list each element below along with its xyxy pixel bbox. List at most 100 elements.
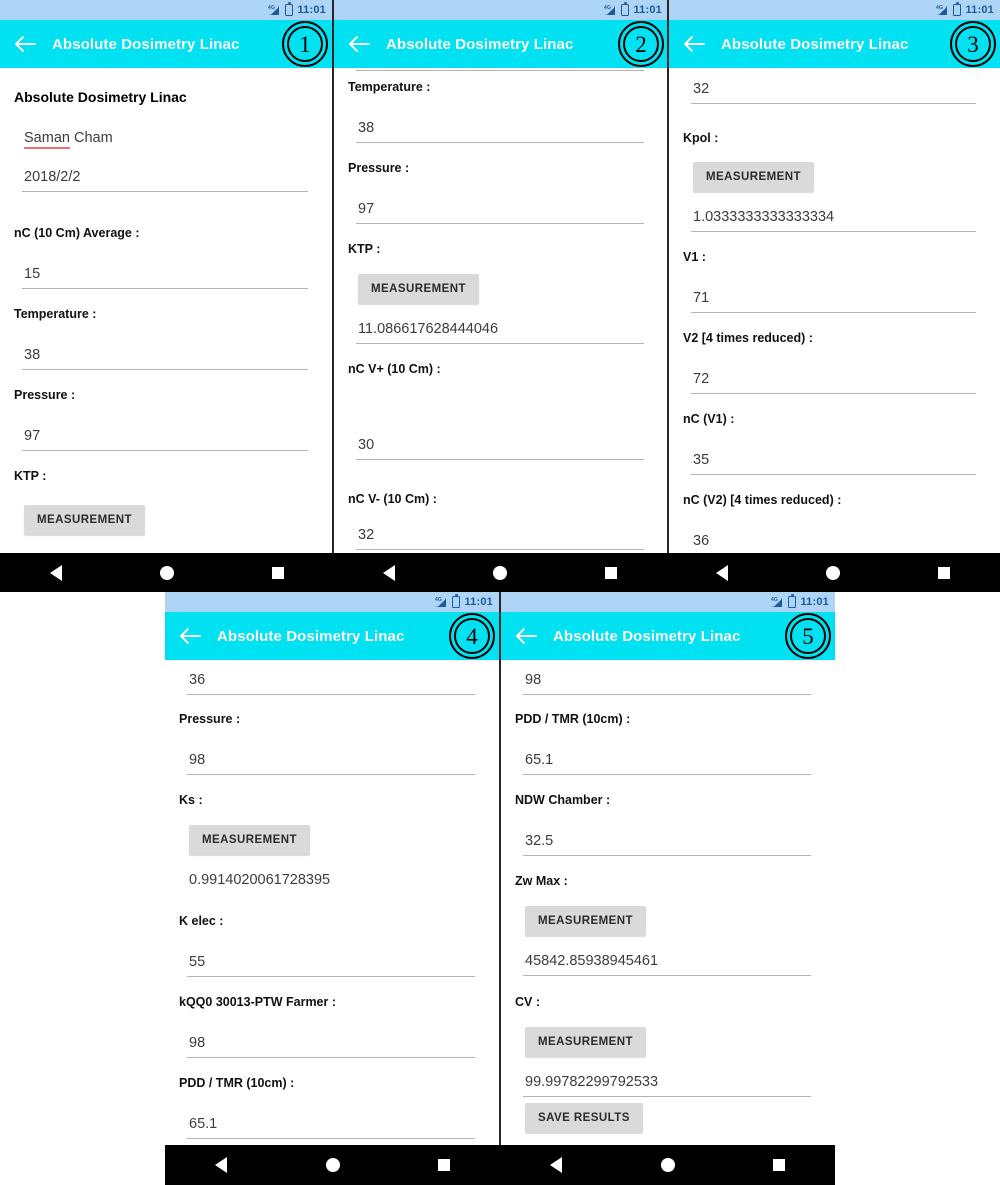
temperature-input[interactable]: 38	[22, 347, 308, 370]
android-nav-bar-bottom-row	[165, 1145, 835, 1185]
pressure-input[interactable]: 97	[356, 201, 644, 224]
clock: 11:01	[297, 4, 326, 16]
pdd-tmr-input[interactable]: 65.1	[523, 752, 811, 775]
temperature-input[interactable]: 38	[356, 120, 644, 143]
back-arrow-icon[interactable]	[346, 31, 372, 57]
ndw-chamber-input[interactable]: 32.5	[523, 833, 811, 856]
measurement-button[interactable]: MEASUREMENT	[693, 162, 815, 192]
battery-icon	[621, 2, 630, 16]
nav-recents-icon	[271, 566, 284, 579]
kqq0-input[interactable]: 98	[523, 672, 811, 695]
back-arrow-icon[interactable]	[681, 31, 707, 57]
field-label: Pressure :	[179, 712, 241, 726]
signal-icon: 4G	[435, 596, 448, 608]
nav-recents-button[interactable]	[222, 566, 333, 579]
nav-back-button[interactable]	[0, 564, 111, 581]
field-label: K elec :	[179, 914, 224, 928]
pressure-input[interactable]: 98	[187, 752, 475, 775]
nav-recents-button[interactable]	[388, 1159, 500, 1171]
nav-back-button[interactable]	[333, 564, 444, 581]
nav-home-button[interactable]	[111, 565, 222, 580]
clock: 11:01	[464, 596, 493, 608]
nav-back-button[interactable]	[666, 564, 777, 581]
nav-recents-icon	[938, 566, 950, 579]
measurement-button[interactable]: MEASUREMENT	[525, 906, 647, 936]
nav-back-button[interactable]	[500, 1157, 612, 1173]
nc-vminus-input[interactable]: 32	[356, 527, 644, 550]
nav-recents-button[interactable]	[555, 566, 666, 579]
phone-panel-1: 4G 11:01 Absolute Dosimetry Linac 1 Abso…	[0, 0, 332, 553]
nav-home-button[interactable]	[444, 565, 555, 580]
nav-recents-button[interactable]	[723, 1159, 835, 1171]
field-label: Temperature :	[348, 80, 431, 94]
kpol-result[interactable]: 1.0333333333333334	[691, 209, 976, 232]
measurement-button[interactable]: MEASUREMENT	[358, 274, 480, 304]
screenshot-root: 4G 11:01 Absolute Dosimetry Linac 1 Abso…	[0, 0, 1000, 1185]
form-heading: Absolute Dosimetry Linac	[14, 89, 187, 105]
battery-icon	[953, 2, 962, 16]
pdd-tmr-input[interactable]: 65.1	[187, 1116, 475, 1139]
nc-v1-input[interactable]: 35	[691, 452, 976, 475]
save-results-button[interactable]: SAVE RESULTS	[525, 1103, 643, 1133]
ktp-result[interactable]: 11.086617628444046	[356, 321, 644, 344]
nav-back-button[interactable]	[165, 1157, 277, 1173]
form-content-5: 98 PDD / TMR (10cm) : 65.1 NDW Chamber :…	[501, 660, 835, 1145]
measurement-button[interactable]: MEASUREMENT	[525, 1027, 647, 1057]
measurement-button[interactable]: MEASUREMENT	[189, 825, 311, 855]
nav-home-icon	[825, 565, 840, 580]
field-label: Zw Max :	[515, 874, 568, 888]
signal-icon: 4G	[268, 4, 281, 16]
back-arrow-icon[interactable]	[12, 31, 38, 57]
nav-home-button[interactable]	[612, 1158, 724, 1172]
nc-vminus-input[interactable]: 32	[691, 81, 976, 104]
panel-number-badge: 3	[950, 21, 996, 67]
v1-input[interactable]: 71	[691, 290, 976, 313]
nav-recents-button[interactable]	[888, 566, 1000, 579]
measurement-button[interactable]: MEASUREMENT	[24, 505, 146, 535]
back-arrow-icon[interactable]	[177, 623, 203, 649]
panel-number: 3	[955, 26, 991, 62]
app-bar: Absolute Dosimetry Linac 3	[669, 20, 1000, 68]
app-bar-title: Absolute Dosimetry Linac	[52, 35, 240, 53]
nav-home-icon	[159, 565, 174, 580]
field-label: Pressure :	[14, 388, 76, 402]
field-label: nC V- (10 Cm) :	[348, 492, 437, 506]
field-label: Kpol :	[683, 131, 719, 145]
nav-home-button[interactable]	[777, 565, 888, 580]
back-arrow-icon[interactable]	[513, 623, 539, 649]
form-content-1: Absolute Dosimetry Linac Saman Cham 2018…	[0, 68, 332, 553]
panel-separator	[332, 0, 334, 553]
android-nav-bar-top-row	[0, 553, 1000, 592]
kelec-input[interactable]: 55	[187, 954, 475, 977]
nc-v2-input[interactable]: 36	[691, 533, 976, 553]
patient-surname: Cham	[69, 130, 113, 146]
nav-back-icon	[715, 564, 728, 581]
field-label: Temperature :	[14, 307, 97, 321]
status-bar: 4G 11:01	[165, 592, 499, 612]
kqq0-input[interactable]: 98	[187, 1035, 475, 1058]
pressure-input[interactable]: 97	[22, 428, 308, 451]
panel-number: 4	[454, 618, 490, 654]
field-label: KTP :	[348, 242, 381, 256]
battery-icon	[788, 594, 797, 608]
cv-result[interactable]: 99.99782299792533	[523, 1074, 811, 1097]
zw-max-result[interactable]: 45842.85938945461	[523, 953, 811, 976]
nav-home-button[interactable]	[277, 1158, 389, 1172]
nc-v2-input[interactable]: 36	[187, 672, 475, 695]
nav-back-icon	[49, 564, 62, 581]
phone-panel-5: 4G 11:01 Absolute Dosimetry Linac 5 98 P…	[501, 592, 835, 1145]
date-input[interactable]: 2018/2/2	[22, 169, 308, 192]
phone-panel-3: 4G 11:01 Absolute Dosimetry Linac 3 32 K…	[669, 0, 1000, 553]
v2-input[interactable]: 72	[691, 371, 976, 394]
nav-home-icon	[492, 565, 507, 580]
panel-number: 5	[790, 618, 826, 654]
panel-separator	[667, 0, 669, 553]
signal-icon: 4G	[936, 4, 949, 16]
app-bar-title: Absolute Dosimetry Linac	[217, 627, 405, 645]
nc-vplus-input[interactable]: 30	[356, 437, 644, 460]
app-bar: Absolute Dosimetry Linac 5	[501, 612, 835, 660]
nc-average-input[interactable]: 15	[22, 266, 308, 289]
panel-number-badge: 2	[618, 21, 664, 67]
field-label: nC (V2) [4 times reduced) :	[683, 493, 842, 507]
field-label: V1 :	[683, 250, 706, 264]
